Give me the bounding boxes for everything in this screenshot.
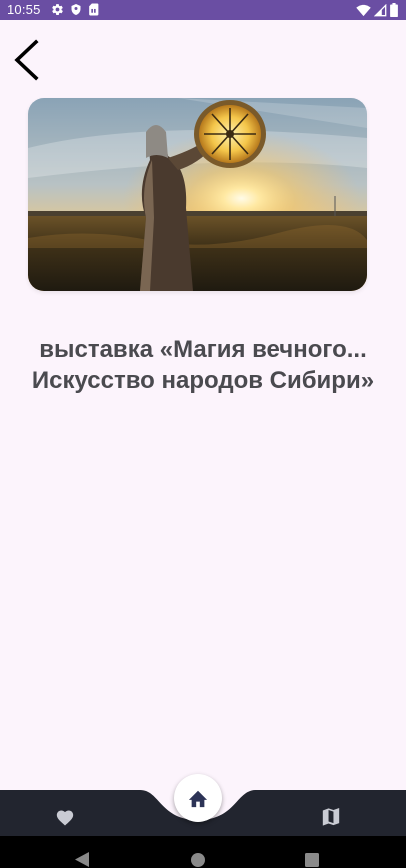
status-right-icons xyxy=(356,3,398,17)
shield-icon xyxy=(70,3,82,16)
status-bar: 10:55 xyxy=(0,0,406,20)
arrow-back-icon xyxy=(14,39,39,81)
nav-home-circle-icon[interactable] xyxy=(191,853,205,867)
heart-icon xyxy=(56,810,74,826)
event-title: выставка «Магия вечного... Искусство нар… xyxy=(0,334,406,396)
back-button[interactable] xyxy=(8,36,48,84)
event-title-line-1: выставка «Магия вечного... xyxy=(39,336,367,363)
home-icon xyxy=(188,790,208,808)
nav-map-button[interactable] xyxy=(316,802,346,832)
nav-recents-square-icon[interactable] xyxy=(305,853,319,867)
wifi-icon xyxy=(356,4,371,17)
nav-home-button[interactable] xyxy=(174,774,222,822)
event-title-line-2: Искусство народов Сибири» xyxy=(31,367,375,394)
battery-icon xyxy=(390,3,398,17)
nav-favorites-button[interactable] xyxy=(50,802,80,832)
nav-back-triangle-icon[interactable] xyxy=(74,852,90,867)
event-image xyxy=(28,98,367,291)
sim-card-icon xyxy=(88,3,99,16)
settings-gear-icon xyxy=(51,3,64,16)
status-time: 10:55 xyxy=(7,2,41,17)
map-icon xyxy=(322,808,340,826)
system-navigation-bar xyxy=(0,836,406,868)
signal-icon xyxy=(374,3,387,17)
status-left-icons xyxy=(51,3,99,16)
